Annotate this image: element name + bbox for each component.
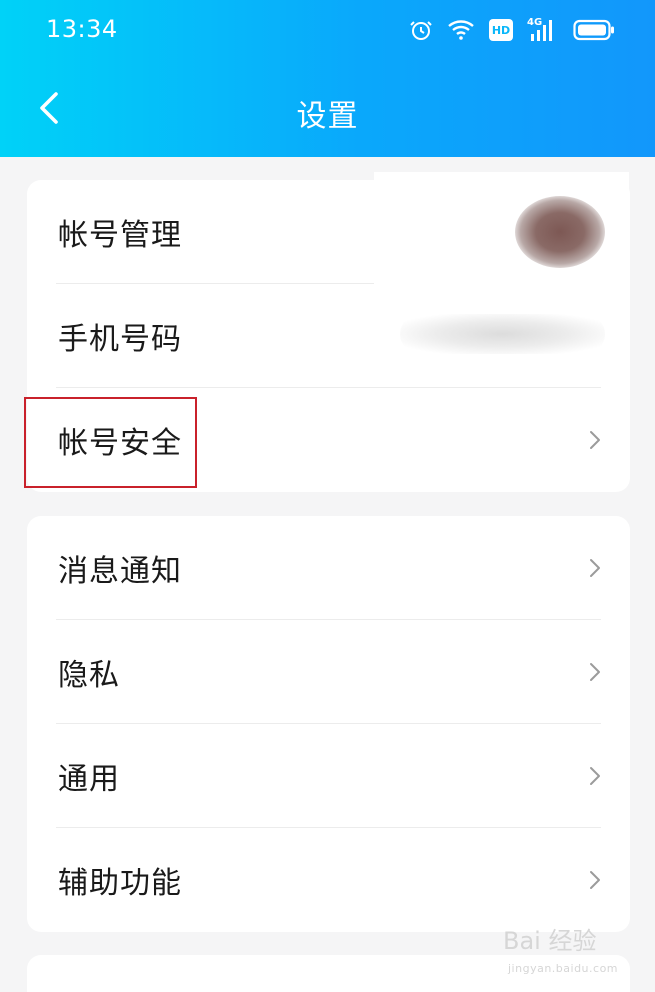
settings-row-notifications[interactable]: 消息通知 (27, 516, 630, 620)
chevron-right-icon (584, 865, 606, 895)
settings-row-label: 消息通知 (58, 554, 182, 589)
settings-row-accessibility[interactable]: 辅助功能 (27, 828, 630, 932)
blurred-region (374, 172, 629, 387)
signal-icon: 4G (527, 16, 559, 44)
chevron-right-icon (584, 425, 606, 455)
wifi-icon (447, 18, 475, 42)
settings-row-label: 手机号码 (58, 322, 182, 357)
blurred-phone-number (400, 314, 605, 354)
chevron-right-icon (584, 761, 606, 791)
chevron-right-icon (584, 657, 606, 687)
battery-icon (573, 19, 615, 41)
header: 13:34 HD 4G 设置 (0, 0, 655, 157)
hd-icon: HD (489, 19, 513, 41)
avatar[interactable] (515, 196, 605, 268)
settings-row-label: 通用 (58, 762, 120, 797)
general-settings-card: 消息通知 隐私 通用 辅助功能 (27, 516, 630, 932)
status-icons: HD 4G (409, 15, 615, 45)
settings-row-label: 帐号管理 (58, 218, 182, 253)
settings-row-general[interactable]: 通用 (27, 724, 630, 828)
chevron-right-icon (584, 553, 606, 583)
watermark: Bai 经验 jingyan.baidu.com (503, 928, 633, 976)
settings-row-privacy[interactable]: 隐私 (27, 620, 630, 724)
settings-screen: 13:34 HD 4G 设置 帐号管理 手机号码 帐号安全 消息通知 隐私 通用… (0, 0, 655, 992)
settings-row-label: 隐私 (58, 658, 120, 693)
network-type-label: 4G (527, 17, 542, 28)
watermark-subtext: jingyan.baidu.com (508, 962, 619, 975)
page-title: 设置 (296, 99, 359, 134)
settings-row-label: 辅助功能 (58, 866, 182, 901)
alarm-icon (409, 18, 433, 42)
status-time: 13:34 (46, 15, 118, 43)
annotation-highlight-box (24, 397, 197, 488)
watermark-text: Bai 经验 (503, 927, 597, 955)
status-bar: 13:34 HD 4G (0, 0, 655, 62)
